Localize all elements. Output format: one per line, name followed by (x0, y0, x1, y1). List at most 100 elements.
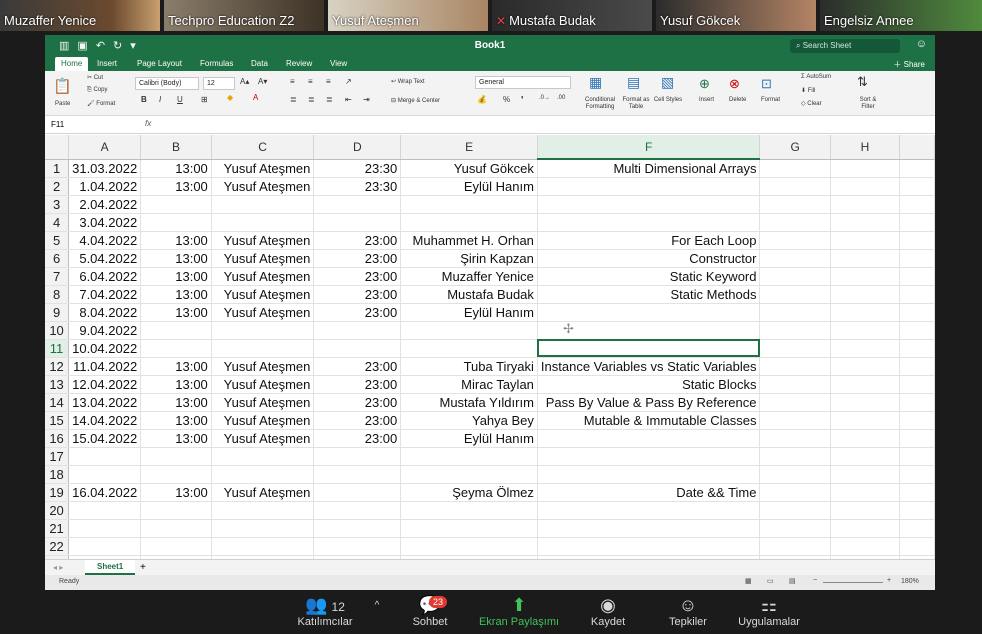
cell[interactable]: 13:00 (140, 483, 212, 502)
cell[interactable]: For Each Loop (537, 231, 761, 250)
cell[interactable]: Yusuf Ateşmen (211, 483, 315, 502)
row-header[interactable]: 2 (45, 177, 70, 196)
cell[interactable]: 13:00 (140, 357, 212, 376)
align-right-icon[interactable]: ≣ (326, 95, 333, 104)
cell[interactable] (313, 447, 402, 466)
cell[interactable]: Yusuf Ateşmen (211, 411, 315, 430)
cell[interactable]: Pass By Value & Pass By Reference (537, 393, 761, 412)
format-table-icon[interactable]: ▤ (627, 74, 640, 91)
cell[interactable]: Yusuf Ateşmen (211, 375, 315, 394)
cell[interactable]: Eylül Hanım (400, 429, 538, 448)
cell[interactable] (830, 483, 901, 502)
row-header[interactable]: 12 (45, 357, 70, 376)
cell[interactable]: 23:00 (313, 357, 402, 376)
cell[interactable] (537, 213, 761, 232)
cell[interactable] (313, 501, 402, 520)
cell[interactable] (537, 177, 761, 196)
column-header[interactable]: F (537, 135, 761, 160)
cell[interactable]: Yusuf Ateşmen (211, 249, 315, 268)
cell[interactable]: 12.04.2022 (68, 375, 142, 394)
cell[interactable] (537, 429, 761, 448)
align-middle-icon[interactable]: ≡ (308, 77, 313, 86)
cell[interactable] (537, 519, 761, 538)
cell[interactable] (313, 465, 402, 484)
autosum-button[interactable]: Σ AutoSum (801, 74, 831, 80)
cell[interactable] (899, 393, 935, 412)
cell[interactable] (211, 501, 315, 520)
shrink-font-icon[interactable]: A▾ (258, 77, 267, 86)
cell[interactable]: 3.04.2022 (68, 213, 142, 232)
cell-styles-icon[interactable]: ▧ (661, 74, 674, 91)
cell[interactable] (400, 537, 538, 556)
reactions-button[interactable]: ☺ Tepkiler (662, 594, 714, 628)
ribbon-tab[interactable]: View (330, 57, 347, 71)
conditional-formatting-icon[interactable]: ▦ (589, 74, 602, 91)
cell[interactable]: 15.04.2022 (68, 429, 142, 448)
cell[interactable] (400, 321, 538, 340)
cell[interactable]: 1.04.2022 (68, 177, 142, 196)
cell[interactable] (759, 267, 831, 286)
cell[interactable] (759, 321, 831, 340)
cell[interactable]: 13.04.2022 (68, 393, 142, 412)
cell[interactable] (759, 285, 831, 304)
fill-button[interactable]: ⬇ Fill (801, 87, 815, 94)
ribbon-tab[interactable]: Page Layout (137, 57, 182, 71)
fill-color-icon[interactable]: ◆ (227, 93, 233, 102)
cell[interactable] (759, 483, 831, 502)
row-header[interactable]: 11 (45, 339, 70, 358)
row-header[interactable]: 14 (45, 393, 70, 412)
decrease-indent-icon[interactable]: ⇤ (345, 95, 352, 104)
cell[interactable] (140, 321, 212, 340)
cell[interactable] (313, 321, 402, 340)
participant-tile[interactable]: Muzaffer Yenice (0, 0, 160, 31)
cell[interactable] (899, 285, 935, 304)
column-header[interactable]: C (211, 135, 315, 160)
row-header[interactable]: 1 (45, 159, 70, 178)
cell[interactable] (759, 411, 831, 430)
row-header[interactable]: 3 (45, 195, 70, 214)
cell[interactable] (759, 465, 831, 484)
cell[interactable] (830, 159, 901, 178)
cell[interactable]: Şirin Kapzan (400, 249, 538, 268)
zoom-in-icon[interactable]: + (887, 577, 891, 584)
underline-icon[interactable]: U (177, 95, 183, 104)
cell[interactable]: Constructor (537, 249, 761, 268)
search-sheet-input[interactable]: ⌕ Search Sheet (790, 39, 900, 53)
cell[interactable] (759, 159, 831, 178)
cell[interactable]: Muzaffer Yenice (400, 267, 538, 286)
cell[interactable] (313, 195, 402, 214)
cell[interactable]: 9.04.2022 (68, 321, 142, 340)
cell[interactable] (211, 195, 315, 214)
border-icon[interactable]: ⊞ (201, 95, 208, 104)
participant-tile[interactable]: ✕ Mustafa Budak (492, 0, 652, 31)
sheet-nav-icon[interactable]: ◂ ▸ (53, 563, 63, 572)
column-header[interactable]: B (140, 135, 212, 160)
align-left-icon[interactable]: ≣ (290, 95, 297, 104)
cell[interactable] (400, 447, 538, 466)
align-center-icon[interactable]: ≣ (308, 95, 315, 104)
cell[interactable] (68, 501, 142, 520)
share-screen-button[interactable]: ⬆ Ekran Paylaşımı (476, 594, 562, 628)
cell[interactable] (899, 213, 935, 232)
cell[interactable]: 23:00 (313, 249, 402, 268)
cell[interactable] (899, 483, 935, 502)
percent-icon[interactable]: % (503, 95, 510, 104)
cell[interactable]: 13:00 (140, 159, 212, 178)
cell[interactable] (140, 537, 212, 556)
page-layout-view-icon[interactable]: ▭ (767, 577, 774, 585)
format-painter-button[interactable]: 🖌 Format (87, 100, 115, 107)
row-header[interactable]: 9 (45, 303, 70, 322)
feedback-icon[interactable]: ☺ (916, 38, 927, 50)
grow-font-icon[interactable]: A▴ (240, 77, 249, 86)
page-break-view-icon[interactable]: ▤ (789, 577, 796, 585)
cell[interactable]: 4.04.2022 (68, 231, 142, 250)
select-all-corner[interactable] (45, 135, 70, 160)
sheet-tab-sheet1[interactable]: Sheet1 (85, 560, 136, 575)
cell[interactable] (830, 267, 901, 286)
increase-indent-icon[interactable]: ⇥ (363, 95, 370, 104)
cell[interactable] (537, 501, 761, 520)
number-format-select[interactable]: General (475, 76, 571, 89)
cell[interactable] (68, 519, 142, 538)
cell[interactable]: Eylül Hanım (400, 177, 538, 196)
cell[interactable] (537, 303, 761, 322)
